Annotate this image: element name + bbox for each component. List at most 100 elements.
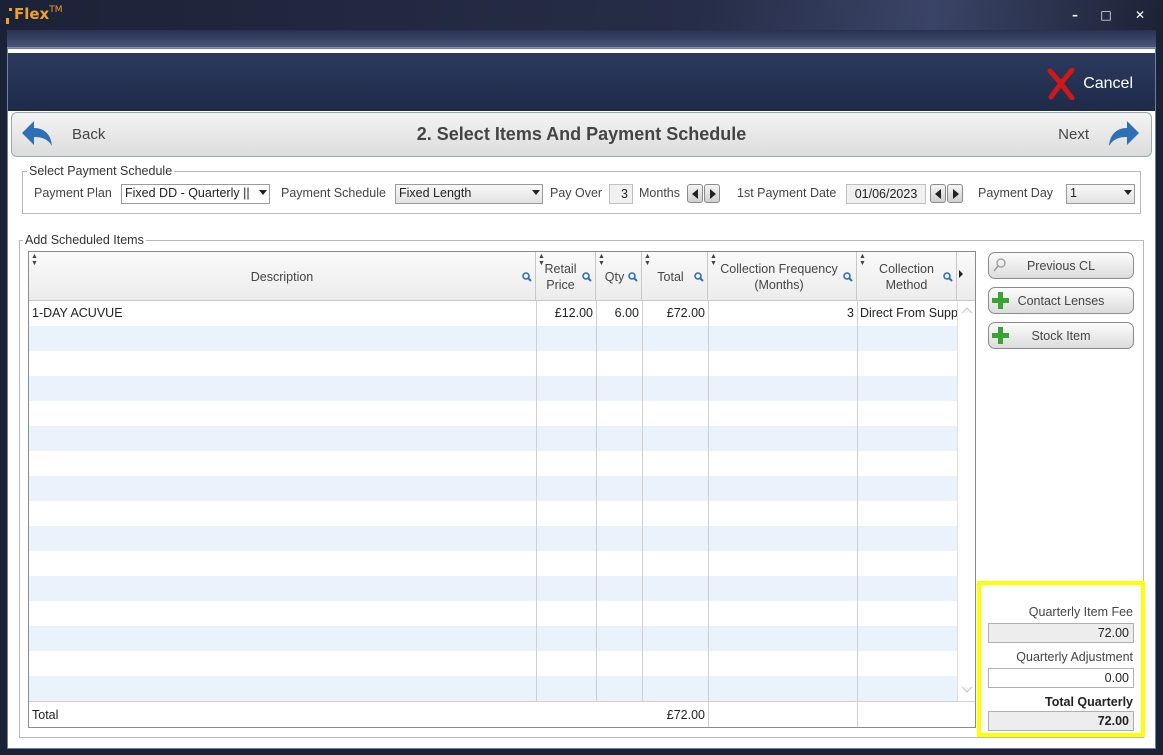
column-divider bbox=[536, 301, 537, 701]
months-decrease-button[interactable] bbox=[687, 184, 703, 203]
cancel-label: Cancel bbox=[1083, 75, 1133, 92]
arrow-right-icon bbox=[953, 189, 959, 199]
first-payment-date-input[interactable]: 01/06/2023 bbox=[846, 184, 926, 204]
add-contact-lenses-button[interactable]: Contact Lenses bbox=[988, 287, 1134, 314]
column-divider bbox=[708, 702, 709, 727]
cell-method: Direct From Supp bbox=[860, 306, 957, 320]
sort-icon: ▲ ▼ bbox=[710, 253, 717, 267]
column-header-collection-method[interactable]: ▲ ▼ Collection Method bbox=[857, 252, 957, 301]
payment-plan-label: Payment Plan bbox=[34, 186, 112, 200]
app-logo-icon bbox=[6, 8, 12, 24]
scheduled-items-legend: Add Scheduled Items bbox=[23, 233, 146, 247]
search-icon[interactable] bbox=[522, 272, 532, 282]
column-divider bbox=[642, 301, 643, 701]
close-window-button[interactable]: ✕ bbox=[1132, 7, 1148, 23]
main-frame: Cancel Back 2. Select Items And Payment … bbox=[7, 48, 1156, 749]
table-row[interactable] bbox=[29, 651, 957, 676]
date-next-button[interactable] bbox=[947, 184, 963, 203]
search-icon[interactable] bbox=[843, 272, 853, 282]
chevron-down-icon bbox=[1124, 190, 1132, 195]
sort-icon: ▲ ▼ bbox=[31, 253, 38, 267]
table-row[interactable] bbox=[29, 351, 957, 376]
months-increase-button[interactable] bbox=[704, 184, 720, 203]
column-divider bbox=[857, 702, 858, 727]
payment-day-label: Payment Day bbox=[978, 186, 1054, 200]
minimize-button[interactable]: – bbox=[1067, 7, 1083, 23]
pay-over-label: Pay Over bbox=[550, 186, 603, 200]
first-payment-date-label: 1st Payment Date bbox=[737, 186, 837, 200]
cancel-x-icon bbox=[1047, 68, 1075, 100]
search-icon[interactable] bbox=[943, 272, 953, 282]
chevron-down-icon bbox=[532, 190, 540, 195]
table-row[interactable] bbox=[29, 501, 957, 526]
table-row[interactable] bbox=[29, 676, 957, 701]
scroll-right-icon[interactable] bbox=[959, 270, 963, 278]
payment-schedule-select[interactable]: Fixed Length bbox=[395, 184, 543, 204]
next-button[interactable]: Next bbox=[1058, 119, 1141, 149]
search-icon[interactable] bbox=[628, 272, 638, 282]
table-row[interactable] bbox=[29, 476, 957, 501]
months-label: Months bbox=[639, 186, 680, 200]
add-stock-item-button[interactable]: Stock Item bbox=[988, 322, 1134, 349]
adjustment-input[interactable]: 0.00 bbox=[988, 668, 1134, 688]
grid-total-row: Total £72.00 bbox=[29, 701, 975, 727]
cell-frequency: 3 bbox=[847, 306, 854, 320]
table-row[interactable] bbox=[29, 601, 957, 626]
next-label: Next bbox=[1058, 125, 1089, 143]
scroll-down-icon[interactable] bbox=[961, 686, 973, 694]
payment-schedule-legend: Select Payment Schedule bbox=[27, 164, 175, 178]
quarterly-summary-panel: Quarterly Item Fee 72.00 Quarterly Adjus… bbox=[977, 581, 1145, 737]
wizard-nav-bar: Back 2. Select Items And Payment Schedul… bbox=[11, 112, 1152, 157]
total-label: Total bbox=[32, 708, 59, 722]
table-row[interactable] bbox=[29, 326, 957, 351]
column-header-qty[interactable]: ▲ ▼ Qty bbox=[596, 252, 642, 301]
scroll-up-icon[interactable] bbox=[961, 306, 973, 314]
sort-icon: ▲ ▼ bbox=[598, 253, 605, 267]
table-row[interactable] bbox=[29, 451, 957, 476]
column-header-retail-price[interactable]: ▲ ▼ Retail Price bbox=[536, 252, 596, 301]
table-row[interactable] bbox=[29, 576, 957, 601]
total-quarterly-value: 72.00 bbox=[988, 711, 1134, 731]
payment-schedule-label: Payment Schedule bbox=[281, 186, 386, 200]
search-icon[interactable] bbox=[694, 272, 704, 282]
item-fee-value: 72.00 bbox=[988, 623, 1134, 643]
column-divider bbox=[857, 301, 858, 701]
date-previous-button[interactable] bbox=[930, 184, 946, 203]
sort-icon: ▲ ▼ bbox=[538, 253, 545, 267]
cancel-button[interactable]: Cancel bbox=[1047, 67, 1133, 101]
items-grid: ▲ ▼ Description ▲ ▼ Retail Price ▲ ▼ Qty ▲ ▼… bbox=[28, 251, 976, 728]
payment-schedule-group: Select Payment Schedule Payment Plan Fix… bbox=[22, 164, 1141, 214]
item-fee-label: Quarterly Item Fee bbox=[1028, 605, 1133, 619]
table-row[interactable] bbox=[29, 626, 957, 651]
menu-strip bbox=[7, 30, 1156, 48]
table-row[interactable] bbox=[29, 376, 957, 401]
table-row[interactable] bbox=[29, 426, 957, 451]
table-row[interactable]: 1-DAY ACUVUE £12.00 6.00 £72.00 3 Direct… bbox=[29, 301, 957, 326]
cell-description: 1-DAY ACUVUE bbox=[32, 306, 123, 320]
vertical-scrollbar[interactable] bbox=[957, 301, 975, 701]
column-header-total[interactable]: ▲ ▼ Total bbox=[642, 252, 708, 301]
header-band: Cancel bbox=[8, 53, 1155, 111]
payment-plan-select[interactable]: Fixed DD - Quarterly || bbox=[121, 184, 270, 204]
grid-header: ▲ ▼ Description ▲ ▼ Retail Price ▲ ▼ Qty ▲ ▼… bbox=[29, 252, 975, 301]
maximize-button[interactable]: □ bbox=[1098, 7, 1114, 23]
pay-over-input[interactable]: 3 bbox=[609, 184, 633, 204]
table-row[interactable] bbox=[29, 526, 957, 551]
cell-retail-price: £12.00 bbox=[554, 306, 593, 320]
sort-icon: ▲ ▼ bbox=[644, 253, 651, 267]
chevron-down-icon bbox=[259, 190, 267, 195]
arrow-right-icon bbox=[710, 189, 716, 199]
column-divider bbox=[708, 301, 709, 701]
total-quarterly-label: Total Quarterly bbox=[1045, 695, 1133, 709]
app-title: FlexTM bbox=[14, 5, 63, 23]
table-row[interactable] bbox=[29, 551, 957, 576]
adjustment-label: Quarterly Adjustment bbox=[1016, 650, 1133, 664]
table-row[interactable] bbox=[29, 401, 957, 426]
column-header-collection-frequency[interactable]: ▲ ▼ Collection Frequency (Months) bbox=[708, 252, 857, 301]
page-title: 2. Select Items And Payment Schedule bbox=[416, 124, 747, 144]
column-divider bbox=[596, 301, 597, 701]
payment-day-select[interactable]: 1 bbox=[1066, 184, 1135, 204]
column-header-description[interactable]: ▲ ▼ Description bbox=[29, 252, 536, 301]
search-icon[interactable] bbox=[582, 272, 592, 282]
previous-cl-button[interactable]: Previous CL bbox=[988, 252, 1134, 279]
